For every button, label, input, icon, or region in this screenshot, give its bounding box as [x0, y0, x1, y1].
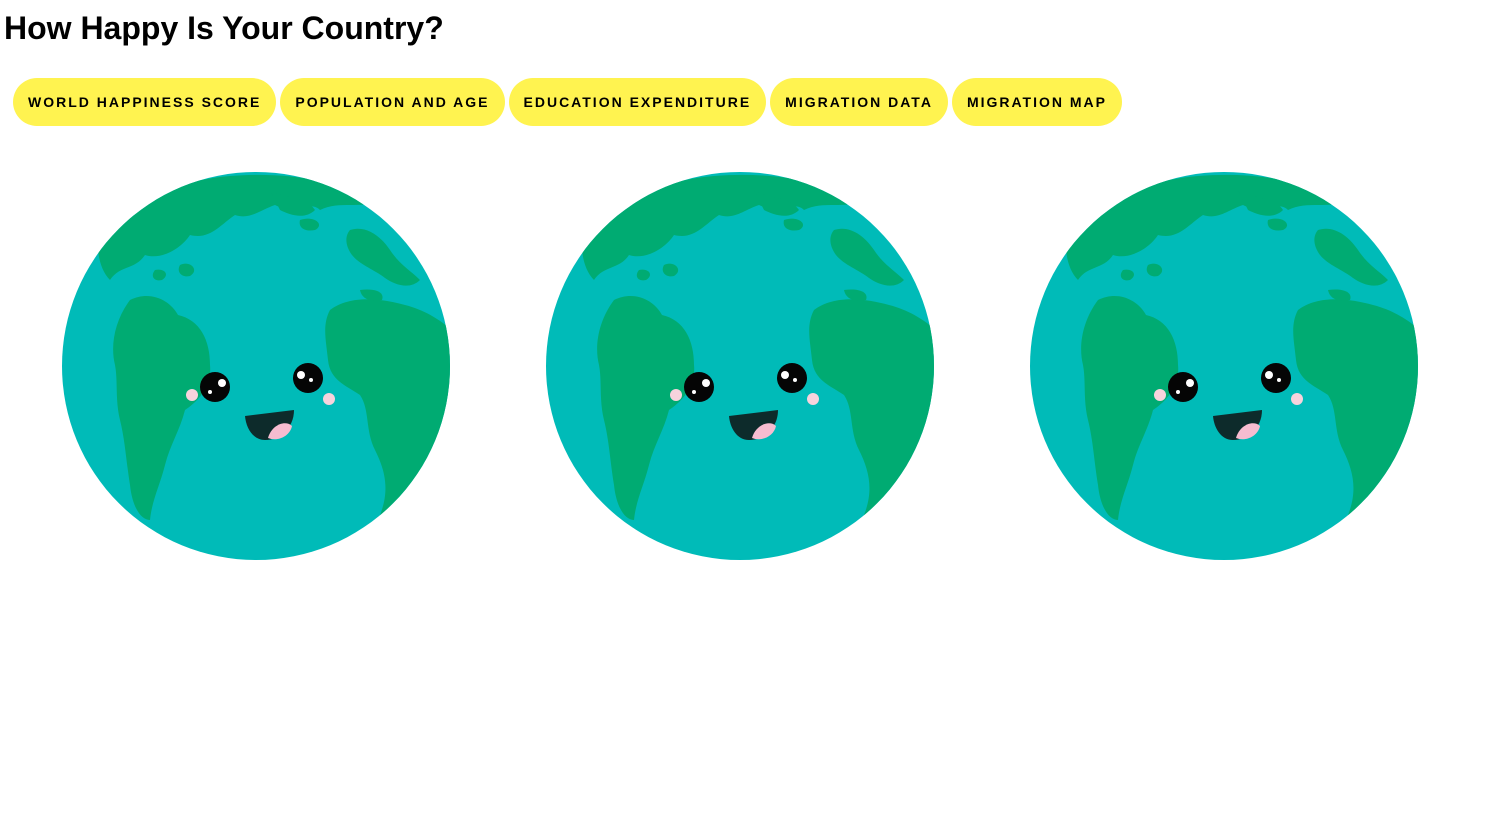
- education-expenditure-button[interactable]: EDUCATION EXPENDITURE: [508, 78, 767, 126]
- population-and-age-button[interactable]: POPULATION AND AGE: [280, 78, 505, 126]
- globe-row: [0, 170, 1502, 562]
- world-happiness-score-button[interactable]: WORLD HAPPINESS SCORE: [13, 78, 277, 126]
- globe-graphic: [546, 172, 934, 560]
- migration-map-button[interactable]: MIGRATION MAP: [951, 78, 1123, 126]
- page: How Happy Is Your Country? WORLD HAPPINE…: [0, 0, 1502, 816]
- page-title: How Happy Is Your Country?: [4, 10, 444, 46]
- happy-earth-icon: [60, 170, 452, 562]
- nav-bar: WORLD HAPPINESS SCORE POPULATION AND AGE…: [13, 78, 1123, 126]
- migration-data-button[interactable]: MIGRATION DATA: [770, 78, 948, 126]
- happy-earth-icon: [1028, 170, 1420, 562]
- globe-graphic: [62, 172, 450, 560]
- globe-graphic: [1030, 172, 1418, 560]
- happy-earth-icon: [544, 170, 936, 562]
